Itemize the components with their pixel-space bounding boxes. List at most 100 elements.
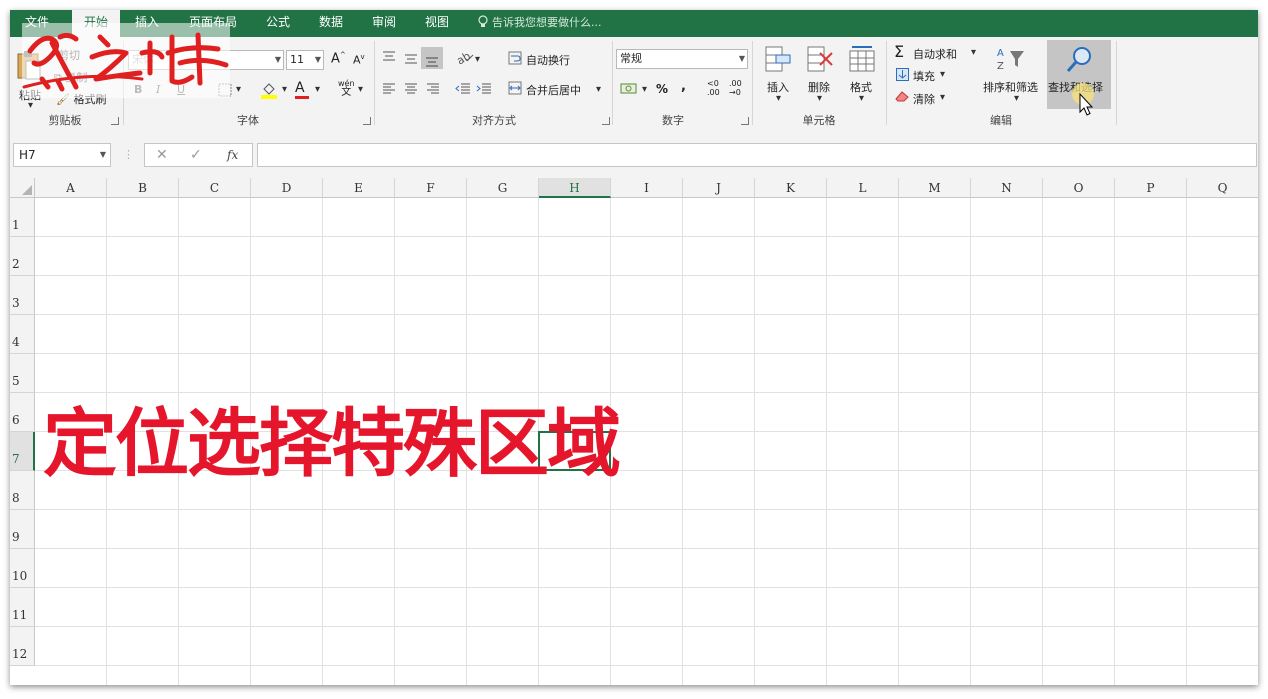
column-header-b[interactable]: B [107, 178, 179, 198]
align-center-icon[interactable] [404, 82, 418, 99]
wrap-text-icon[interactable] [508, 51, 522, 68]
comma-style-button[interactable]: , [681, 79, 686, 94]
column-gridline [1042, 198, 1043, 685]
cancel-icon[interactable]: ✕ [156, 147, 168, 163]
phonetic-bottom: 文 [341, 87, 352, 98]
merge-center-dropdown-arrow[interactable]: ▾ [596, 84, 601, 95]
formula-input[interactable] [257, 143, 1257, 167]
fill-color-icon[interactable] [260, 81, 278, 102]
autosum-button[interactable]: 自动求和 [913, 46, 957, 62]
row-header-5[interactable]: 5 [10, 354, 35, 393]
paste-dropdown-arrow[interactable]: ▾ [28, 100, 33, 111]
align-bottom-icon [425, 53, 439, 70]
row-header-7[interactable]: 7 [10, 432, 35, 471]
merge-center-icon[interactable] [508, 81, 522, 98]
format-dropdown-arrow[interactable]: ▾ [859, 93, 864, 104]
name-box[interactable]: H7 ▼ [13, 143, 111, 167]
font-group-label: 字体 [237, 114, 259, 127]
insert-function-button[interactable]: fx [227, 148, 238, 162]
column-header-i[interactable]: I [611, 178, 683, 198]
align-right-icon[interactable] [426, 82, 440, 99]
font-launcher-icon[interactable] [363, 117, 371, 125]
accounting-format-icon[interactable] [620, 81, 638, 100]
fill-dropdown-arrow[interactable]: ▾ [940, 69, 945, 80]
increase-indent-icon[interactable] [476, 82, 492, 99]
orientation-dropdown-arrow[interactable]: ▾ [475, 54, 480, 65]
wrap-text-label[interactable]: 自动换行 [526, 52, 570, 68]
delete-cells-icon[interactable] [806, 45, 834, 76]
column-header-j[interactable]: J [683, 178, 755, 198]
clear-dropdown-arrow[interactable]: ▾ [940, 92, 945, 103]
column-header-m[interactable]: M [899, 178, 971, 198]
tab-formulas[interactable]: 公式 [258, 10, 298, 37]
row-header-11[interactable]: 11 [10, 588, 35, 627]
number-launcher-icon[interactable] [741, 117, 749, 125]
row-header-12[interactable]: 12 [10, 627, 35, 666]
select-all-button[interactable] [10, 178, 35, 198]
sort-filter-dropdown-arrow[interactable]: ▾ [1014, 93, 1019, 104]
shrink-font-button[interactable]: Av [353, 53, 365, 67]
insert-cells-icon[interactable] [764, 45, 792, 76]
number-format-select[interactable]: 常规 ▼ [616, 49, 748, 69]
chevron-down-icon: ▼ [274, 55, 281, 64]
svg-text:A: A [997, 48, 1004, 59]
decrease-decimal-button[interactable]: .00 →0 [729, 79, 742, 97]
fill-button[interactable]: 填充 [913, 68, 935, 84]
column-header-d[interactable]: D [251, 178, 323, 198]
align-left-icon[interactable] [382, 82, 396, 99]
font-size-select[interactable]: 11 ▼ [286, 50, 324, 70]
accounting-dropdown-arrow[interactable]: ▾ [642, 84, 647, 95]
row-header-3[interactable]: 3 [10, 276, 35, 315]
sort-filter-label[interactable]: 排序和筛选 [983, 79, 1038, 95]
worksheet-grid[interactable]: ABCDEFGHIJKLMNOPQ 1 2 3 4 5 6 7 8 9 10 11 12 定位选择特殊… [10, 178, 1258, 685]
row-header-9[interactable]: 9 [10, 510, 35, 549]
font-color-dropdown-arrow[interactable]: ▾ [315, 84, 320, 95]
tell-me-search[interactable]: 告诉我您想要做什么... [478, 10, 602, 37]
insert-dropdown-arrow[interactable]: ▾ [776, 93, 781, 104]
enter-check-icon[interactable]: ✓ [190, 147, 202, 163]
tab-data[interactable]: 数据 [311, 10, 351, 37]
borders-dropdown-arrow[interactable]: ▾ [236, 84, 241, 95]
row-header-8[interactable]: 8 [10, 471, 35, 510]
column-gridline [970, 198, 971, 685]
font-color-button[interactable]: A [295, 80, 309, 99]
phonetic-dropdown-arrow[interactable]: ▾ [358, 84, 363, 95]
merge-center-label[interactable]: 合并后居中 [526, 82, 581, 98]
row-header-10[interactable]: 10 [10, 549, 35, 588]
column-header-e[interactable]: E [323, 178, 395, 198]
alignment-launcher-icon[interactable] [602, 117, 610, 125]
clear-button[interactable]: 清除 [913, 91, 935, 107]
column-header-f[interactable]: F [395, 178, 467, 198]
row-header-2[interactable]: 2 [10, 237, 35, 276]
overlay-title: 定位选择特殊区域 [43, 401, 621, 487]
decrease-indent-icon[interactable] [455, 82, 471, 99]
delete-dropdown-arrow[interactable]: ▾ [817, 93, 822, 104]
phonetic-button[interactable]: wén 文 [338, 79, 355, 98]
clipboard-launcher-icon[interactable] [111, 117, 119, 125]
align-middle-icon[interactable] [404, 52, 418, 69]
align-top-icon[interactable] [382, 50, 396, 67]
format-cells-icon[interactable] [848, 45, 876, 76]
column-header-p[interactable]: P [1115, 178, 1187, 198]
column-header-o[interactable]: O [1043, 178, 1115, 198]
row-header-1[interactable]: 1 [10, 198, 35, 237]
grow-font-button[interactable]: A^ [331, 51, 346, 66]
column-header-g[interactable]: G [467, 178, 539, 198]
autosum-dropdown-arrow[interactable]: ▾ [971, 47, 976, 58]
percent-style-button[interactable]: % [656, 82, 668, 96]
row-header-6[interactable]: 6 [10, 393, 35, 432]
column-header-c[interactable]: C [179, 178, 251, 198]
sort-filter-icon[interactable]: AZ [996, 45, 1026, 76]
column-header-h[interactable]: H [539, 178, 611, 198]
column-header-n[interactable]: N [971, 178, 1043, 198]
row-header-4[interactable]: 4 [10, 315, 35, 354]
tab-view[interactable]: 视图 [417, 10, 457, 37]
fill-color-dropdown-arrow[interactable]: ▾ [282, 84, 287, 95]
column-header-k[interactable]: K [755, 178, 827, 198]
orientation-icon[interactable]: ab [454, 49, 475, 68]
column-header-a[interactable]: A [35, 178, 107, 198]
tab-review[interactable]: 审阅 [364, 10, 404, 37]
column-header-l[interactable]: L [827, 178, 899, 198]
increase-decimal-button[interactable]: <0.00 [707, 79, 720, 97]
column-header-q[interactable]: Q [1187, 178, 1258, 198]
